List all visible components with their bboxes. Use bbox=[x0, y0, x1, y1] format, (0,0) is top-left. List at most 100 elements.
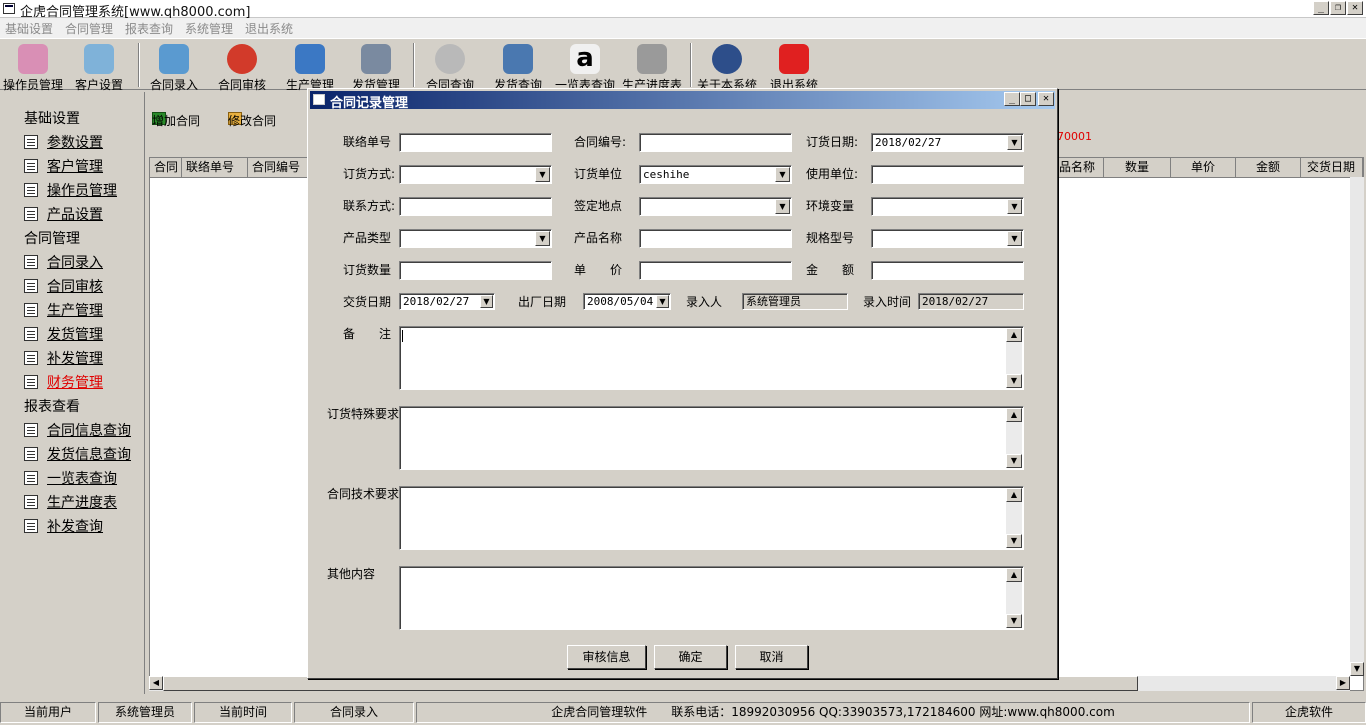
grid-header[interactable]: 金额 bbox=[1236, 158, 1301, 178]
sidebar-item-overview[interactable]: 一览表查询 bbox=[24, 468, 117, 488]
scroll-down-icon[interactable]: ▼ bbox=[1006, 374, 1022, 388]
chevron-down-icon[interactable]: ▼ bbox=[1007, 231, 1022, 246]
scroll-up-icon[interactable]: ▲ bbox=[1006, 568, 1022, 582]
spec-select[interactable]: ▼ bbox=[871, 229, 1024, 248]
product-name-input[interactable] bbox=[639, 229, 792, 248]
cancel-button[interactable]: 取消 bbox=[735, 645, 808, 669]
dialog-close-icon[interactable]: ✕ bbox=[1038, 92, 1054, 106]
toolbar-shipping-button[interactable]: 发货管理 bbox=[346, 41, 406, 92]
sidebar-item-products[interactable]: 产品设置 bbox=[24, 204, 103, 224]
toolbar-overview-query-button[interactable]: a 一览表查询 bbox=[552, 41, 618, 92]
sign-place-select[interactable]: ▼ bbox=[639, 197, 792, 216]
textarea-scrollbar[interactable]: ▲ ▼ bbox=[1006, 408, 1022, 468]
chevron-down-icon[interactable]: ▼ bbox=[1007, 199, 1022, 214]
grid-header[interactable]: 数量 bbox=[1104, 158, 1171, 178]
sidebar-item-progress[interactable]: 生产进度表 bbox=[24, 492, 117, 512]
scroll-left-icon[interactable]: ◀ bbox=[149, 676, 163, 690]
grid-header[interactable]: 联络单号 bbox=[182, 158, 248, 178]
scroll-down-icon[interactable]: ▼ bbox=[1006, 454, 1022, 468]
scroll-right-icon[interactable]: ▶ bbox=[1336, 676, 1350, 690]
factory-date-picker[interactable]: 2008/05/04 ▼ bbox=[583, 293, 671, 310]
sidebar-item-operators[interactable]: 操作员管理 bbox=[24, 180, 117, 200]
chevron-down-icon[interactable]: ▼ bbox=[480, 295, 493, 308]
chevron-down-icon[interactable]: ▼ bbox=[656, 295, 669, 308]
scroll-down-icon[interactable]: ▼ bbox=[1350, 662, 1364, 676]
entry-person-label: 录入人 bbox=[686, 295, 723, 309]
other-label: 其他内容 bbox=[327, 567, 376, 581]
scroll-up-icon[interactable]: ▲ bbox=[1006, 488, 1022, 502]
sidebar-item-customers[interactable]: 客户管理 bbox=[24, 156, 103, 176]
toolbar-exit-button[interactable]: 退出系统 bbox=[764, 41, 824, 92]
audit-info-button[interactable]: 审核信息 bbox=[567, 645, 646, 669]
grid-vertical-scrollbar[interactable]: ▼ bbox=[1350, 177, 1364, 676]
toolbar-contract-audit-button[interactable]: 合同审核 bbox=[212, 41, 272, 92]
delivery-date-picker[interactable]: 2018/02/27 ▼ bbox=[399, 293, 495, 310]
grid-header[interactable]: 交货日期 bbox=[1301, 158, 1363, 178]
textarea-scrollbar[interactable]: ▲ ▼ bbox=[1006, 328, 1022, 388]
contract-entry-icon bbox=[159, 44, 189, 74]
chevron-down-icon[interactable]: ▼ bbox=[775, 167, 790, 182]
contract-no-input[interactable] bbox=[639, 133, 792, 152]
menu-reports[interactable]: 报表查询 bbox=[125, 20, 173, 37]
contact-no-input[interactable] bbox=[399, 133, 552, 152]
toolbar-operator-button[interactable]: 操作员管理 bbox=[2, 41, 64, 92]
menu-exit[interactable]: 退出系统 bbox=[245, 20, 293, 37]
sidebar-item-reissue-query[interactable]: 补发查询 bbox=[24, 516, 103, 536]
grid-header[interactable]: 合同编号 bbox=[248, 158, 308, 178]
other-textarea[interactable]: ▲ ▼ bbox=[399, 566, 1024, 630]
toolbar-contract-query-button[interactable]: 合同查询 bbox=[420, 41, 480, 92]
sidebar-item-shipping-query[interactable]: 发货信息查询 bbox=[24, 444, 131, 464]
toolbar-about-button[interactable]: 关于本系统 bbox=[695, 41, 759, 92]
sidebar-item-reissue[interactable]: 补发管理 bbox=[24, 348, 103, 368]
env-select[interactable]: ▼ bbox=[871, 197, 1024, 216]
scroll-down-icon[interactable]: ▼ bbox=[1006, 534, 1022, 548]
chevron-down-icon[interactable]: ▼ bbox=[535, 231, 550, 246]
menu-basic-settings[interactable]: 基础设置 bbox=[5, 20, 53, 37]
scroll-down-icon[interactable]: ▼ bbox=[1006, 614, 1022, 628]
toolbar-shipping-query-button[interactable]: 发货查询 bbox=[488, 41, 548, 92]
price-input[interactable] bbox=[639, 261, 792, 280]
remark-textarea[interactable]: ▲ ▼ bbox=[399, 326, 1024, 390]
toolbar-progress-button[interactable]: 生产进度表 bbox=[620, 41, 684, 92]
amount-input[interactable] bbox=[871, 261, 1024, 280]
menu-system[interactable]: 系统管理 bbox=[185, 20, 233, 37]
scroll-up-icon[interactable]: ▲ bbox=[1006, 408, 1022, 422]
sidebar-item-contract-entry[interactable]: 合同录入 bbox=[24, 252, 103, 272]
restore-icon[interactable]: ❐ bbox=[1330, 1, 1346, 15]
tech-textarea[interactable]: ▲ ▼ bbox=[399, 486, 1024, 550]
contact-method-input[interactable] bbox=[399, 197, 552, 216]
toolbar-contract-entry-button[interactable]: 合同录入 bbox=[144, 41, 204, 92]
toolbar-production-button[interactable]: 生产管理 bbox=[280, 41, 340, 92]
dialog-minimize-icon[interactable]: _ bbox=[1004, 92, 1020, 106]
toolbar-customer-button[interactable]: 客户设置 bbox=[70, 41, 128, 92]
menu-contract-management[interactable]: 合同管理 bbox=[65, 20, 113, 37]
use-unit-input[interactable] bbox=[871, 165, 1024, 184]
textarea-scrollbar[interactable]: ▲ ▼ bbox=[1006, 568, 1022, 628]
special-textarea[interactable]: ▲ ▼ bbox=[399, 406, 1024, 470]
order-date-picker[interactable]: 2018/02/27 ▼ bbox=[871, 133, 1024, 152]
grid-header[interactable]: 单价 bbox=[1171, 158, 1236, 178]
sidebar-item-contract-audit[interactable]: 合同审核 bbox=[24, 276, 103, 296]
scroll-up-icon[interactable]: ▲ bbox=[1006, 328, 1022, 342]
sidebar-item-contract-query[interactable]: 合同信息查询 bbox=[24, 420, 131, 440]
sidebar-item-production[interactable]: 生产管理 bbox=[24, 300, 103, 320]
order-unit-select[interactable]: ceshihe ▼ bbox=[639, 165, 792, 184]
product-type-select[interactable]: ▼ bbox=[399, 229, 552, 248]
grid-header[interactable]: 品名称 bbox=[1059, 158, 1104, 178]
order-method-select[interactable]: ▼ bbox=[399, 165, 552, 184]
contact-no-label: 联络单号 bbox=[343, 135, 392, 149]
minimize-icon[interactable]: _ bbox=[1313, 1, 1329, 15]
dialog-maximize-icon[interactable]: □ bbox=[1020, 92, 1036, 106]
sidebar-item-shipping[interactable]: 发货管理 bbox=[24, 324, 103, 344]
chevron-down-icon[interactable]: ▼ bbox=[775, 199, 790, 214]
textarea-scrollbar[interactable]: ▲ ▼ bbox=[1006, 488, 1022, 548]
sidebar-item-finance[interactable]: 财务管理 bbox=[24, 372, 103, 392]
chevron-down-icon[interactable]: ▼ bbox=[535, 167, 550, 182]
ok-button[interactable]: 确定 bbox=[654, 645, 727, 669]
note-icon bbox=[24, 159, 38, 173]
qty-input[interactable] bbox=[399, 261, 552, 280]
grid-header[interactable]: 合同 bbox=[150, 158, 182, 178]
close-icon[interactable]: ✕ bbox=[1347, 1, 1363, 15]
sidebar-item-params[interactable]: 参数设置 bbox=[24, 132, 103, 152]
chevron-down-icon[interactable]: ▼ bbox=[1007, 135, 1022, 150]
